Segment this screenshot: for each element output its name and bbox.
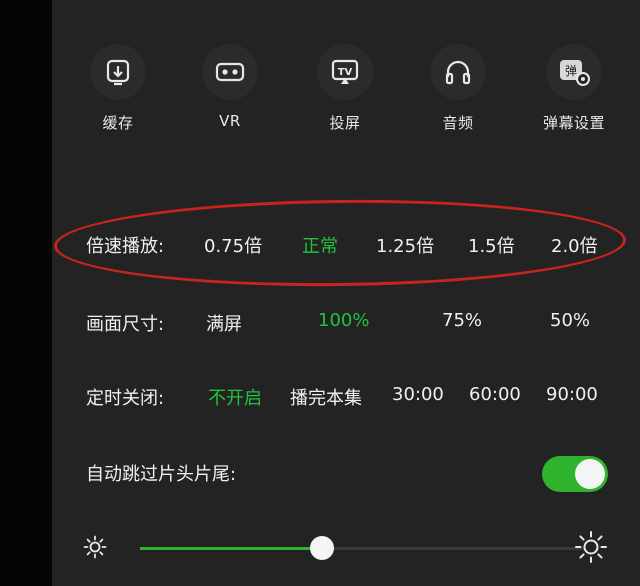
brightness-slider-fill: [140, 547, 323, 550]
timer-option-30[interactable]: 30:00: [392, 384, 444, 405]
brightness-slider-thumb[interactable]: [310, 536, 335, 560]
vr-goggles-icon: [215, 62, 245, 82]
cache-icon-circle: [90, 44, 146, 100]
brightness-slider[interactable]: [140, 536, 584, 560]
size-option-100[interactable]: 100%: [318, 310, 369, 331]
danmaku-icon-circle: 弹: [546, 44, 602, 100]
settings-panel: 缓存 VR TV 投屏 音频 弹 弹幕设置 倍速播放: 0.75倍 正常 1.2…: [52, 0, 640, 586]
timer-option-60[interactable]: 60:00: [469, 384, 521, 405]
vr-label: VR: [219, 112, 241, 130]
size-row: 画面尺寸: 满屏 100% 75% 50%: [52, 310, 640, 340]
skip-label: 自动跳过片头片尾:: [86, 464, 237, 485]
size-label: 画面尺寸:: [86, 314, 165, 335]
skip-toggle-knob: [575, 459, 605, 489]
tv-cast-icon: TV: [331, 59, 359, 84]
timer-option-off[interactable]: 不开启: [208, 384, 262, 410]
cast-icon-circle: TV: [317, 44, 373, 100]
vr-button[interactable]: VR: [185, 44, 275, 130]
sun-small-icon: [83, 535, 107, 559]
timer-option-90[interactable]: 90:00: [546, 384, 598, 405]
video-area-edge: [0, 0, 52, 586]
headphones-icon: [445, 60, 471, 85]
cache-button[interactable]: 缓存: [73, 44, 163, 133]
cast-button[interactable]: TV 投屏: [300, 44, 390, 133]
timer-option-end-of-episode[interactable]: 播完本集: [290, 384, 362, 410]
danmaku-settings-label: 弹幕设置: [542, 114, 605, 132]
skip-toggle[interactable]: [542, 456, 608, 492]
audio-label: 音频: [442, 114, 474, 132]
size-option-75[interactable]: 75%: [442, 310, 482, 331]
top-icon-row: 缓存 VR TV 投屏 音频 弹 弹幕设置: [52, 44, 640, 144]
size-option-50[interactable]: 50%: [550, 310, 590, 331]
audio-icon-circle: [430, 44, 486, 100]
svg-text:TV: TV: [338, 67, 353, 78]
timer-row: 定时关闭: 不开启 播完本集 30:00 60:00 90:00: [52, 384, 640, 414]
cast-label: 投屏: [329, 114, 361, 132]
danmaku-settings-icon: 弹: [560, 60, 590, 86]
audio-button[interactable]: 音频: [413, 44, 503, 133]
video-settings-screen: 缓存 VR TV 投屏 音频 弹 弹幕设置 倍速播放: 0.75倍 正常 1.2…: [0, 0, 640, 586]
red-highlight-ellipse: [53, 197, 627, 289]
cache-label: 缓存: [102, 114, 134, 132]
sun-large-icon: [575, 531, 607, 563]
danmaku-settings-button[interactable]: 弹 弹幕设置: [529, 44, 619, 133]
danmaku-glyph: 弹: [565, 64, 577, 78]
timer-label: 定时关闭:: [86, 388, 165, 409]
vr-icon-circle: [202, 44, 258, 100]
download-box-icon: [106, 59, 130, 86]
size-option-full[interactable]: 满屏: [206, 310, 242, 336]
